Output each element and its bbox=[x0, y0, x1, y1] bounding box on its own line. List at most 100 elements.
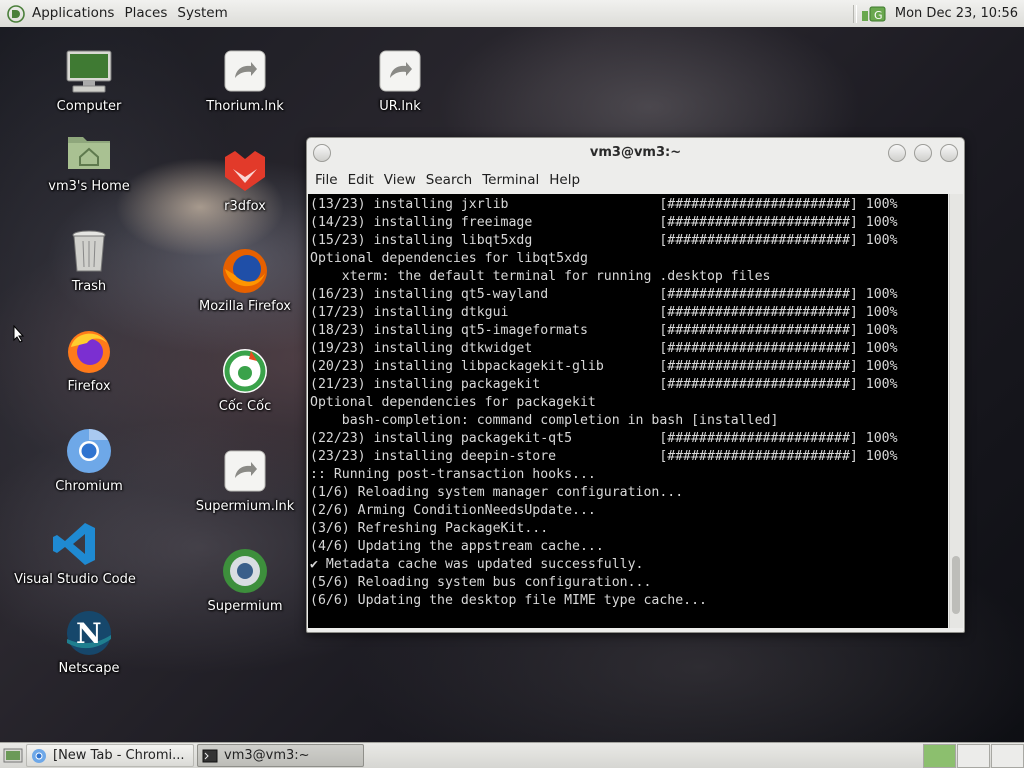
maximize-button[interactable] bbox=[914, 144, 932, 162]
computer-icon bbox=[65, 47, 113, 95]
applications-menu[interactable]: Applications bbox=[27, 0, 119, 27]
menu-terminal[interactable]: Terminal bbox=[477, 172, 544, 188]
desktop-icon-label: Visual Studio Code bbox=[14, 572, 136, 587]
shortcut-icon bbox=[221, 47, 269, 95]
desktop-icon-supermium[interactable]: Supermium bbox=[170, 547, 320, 614]
shortcut-icon bbox=[376, 47, 424, 95]
workspace-1[interactable] bbox=[923, 744, 956, 768]
terminal-window[interactable]: vm3@vm3:~ File Edit View Search Terminal… bbox=[306, 137, 965, 633]
desktop-icon-r3dfox[interactable]: r3dfox bbox=[170, 147, 320, 214]
terminal-line: (15/23) installing libqt5xdg [##########… bbox=[310, 233, 898, 248]
terminal-line: (3/6) Refreshing PackageKit... bbox=[310, 521, 549, 536]
desktop-icon-label: Computer bbox=[56, 99, 122, 114]
desktop-icon-label: Trash bbox=[71, 279, 107, 294]
terminal-line: (20/23) installing libpackagekit-glib [#… bbox=[310, 359, 898, 374]
firefox-icon bbox=[65, 327, 113, 375]
terminal-line: :: Running post-transaction hooks... bbox=[310, 467, 596, 482]
terminal-line: (4/6) Updating the appstream cache... bbox=[310, 539, 604, 554]
close-button[interactable] bbox=[940, 144, 958, 162]
bottom-panel: [New Tab - Chromi... vm3@vm3:~ bbox=[0, 742, 1024, 768]
coccoc-icon bbox=[221, 347, 269, 395]
svg-text:G: G bbox=[874, 9, 883, 22]
terminal-line: Optional dependencies for libqt5xdg bbox=[310, 251, 588, 266]
terminal-line: (13/23) installing jxrlib [#############… bbox=[310, 197, 898, 212]
terminal-line: (6/6) Updating the desktop file MIME typ… bbox=[310, 593, 707, 608]
terminal-line: (19/23) installing dtkwidget [##########… bbox=[310, 341, 898, 356]
terminal-line: (17/23) installing dtkgui [#############… bbox=[310, 305, 898, 320]
chromium-icon bbox=[65, 427, 113, 475]
terminal-titlebar[interactable]: vm3@vm3:~ bbox=[307, 138, 964, 168]
terminal-line: (5/6) Reloading system bus configuration… bbox=[310, 575, 652, 590]
desktop-icon-home[interactable]: vm3's Home bbox=[14, 127, 164, 194]
terminal-line: (2/6) Arming ConditionNeedsUpdate... bbox=[310, 503, 596, 518]
terminal-output[interactable]: (13/23) installing jxrlib [#############… bbox=[308, 194, 948, 628]
distro-logo-icon[interactable] bbox=[7, 4, 25, 23]
desktop-icon-vscode[interactable]: Visual Studio Code bbox=[0, 520, 150, 587]
desktop-icon-chromium[interactable]: Chromium bbox=[14, 427, 164, 494]
desktop-icon-trash[interactable]: Trash bbox=[14, 227, 164, 294]
desktop-icon-supermium-lnk[interactable]: Supermium.lnk bbox=[170, 447, 320, 514]
terminal-line: bash-completion: command completion in b… bbox=[310, 413, 779, 428]
scrollbar-thumb[interactable] bbox=[952, 556, 960, 614]
task-label: [New Tab - Chromi... bbox=[53, 748, 185, 763]
desktop-icon-netscape[interactable]: N Netscape bbox=[14, 609, 164, 676]
terminal-line: (16/23) installing qt5-wayland [########… bbox=[310, 287, 898, 302]
window-title: vm3@vm3:~ bbox=[589, 145, 682, 160]
terminal-menubar: File Edit View Search Terminal Help bbox=[307, 168, 964, 192]
desktop-icon-mozilla-firefox[interactable]: Mozilla Firefox bbox=[170, 247, 320, 314]
svg-text:N: N bbox=[76, 617, 102, 650]
terminal-line: (1/6) Reloading system manager configura… bbox=[310, 485, 684, 500]
workspace-switcher[interactable] bbox=[922, 744, 1024, 768]
desktop-icon-thorium-lnk[interactable]: Thorium.lnk bbox=[170, 47, 320, 114]
clock[interactable]: Mon Dec 23, 10:56 bbox=[891, 6, 1024, 21]
terminal-line: xterm: the default terminal for running … bbox=[310, 269, 771, 284]
network-icon[interactable]: G bbox=[861, 5, 887, 23]
taskbar-chromium[interactable]: [New Tab - Chromi... bbox=[26, 744, 194, 767]
terminal-lines: (13/23) installing jxrlib [#############… bbox=[308, 194, 948, 610]
firefox-icon bbox=[221, 247, 269, 295]
desktop-icon-label: Firefox bbox=[67, 379, 111, 394]
show-desktop-icon[interactable] bbox=[3, 747, 23, 765]
menu-search[interactable]: Search bbox=[421, 172, 477, 188]
workspace-2[interactable] bbox=[957, 744, 990, 768]
desktop-icon-ur-lnk[interactable]: UR.lnk bbox=[325, 47, 475, 114]
taskbar-terminal[interactable]: vm3@vm3:~ bbox=[197, 744, 364, 767]
menu-file[interactable]: File bbox=[310, 172, 343, 188]
desktop-icon-computer[interactable]: Computer bbox=[14, 47, 164, 114]
desktop-icon-label: r3dfox bbox=[224, 199, 266, 214]
panel-separator bbox=[852, 4, 857, 23]
desktop-icon-label: vm3's Home bbox=[48, 179, 130, 194]
desktop-icon-firefox[interactable]: Firefox bbox=[14, 327, 164, 394]
top-panel: Applications Places System G Mon Dec 23,… bbox=[0, 0, 1024, 28]
desktop-icon-label: Cốc Cốc bbox=[218, 399, 272, 414]
terminal-line: ✔ Metadata cache was updated successfull… bbox=[310, 557, 644, 572]
menu-help[interactable]: Help bbox=[544, 172, 585, 188]
r3dfox-icon bbox=[221, 147, 269, 195]
desktop-icon-label: UR.lnk bbox=[379, 99, 421, 114]
menu-view[interactable]: View bbox=[379, 172, 421, 188]
desktop-icon-label: Supermium.lnk bbox=[195, 499, 295, 514]
trash-icon bbox=[65, 227, 113, 275]
chromium-icon bbox=[31, 748, 47, 764]
terminal-line: (22/23) installing packagekit-qt5 [#####… bbox=[310, 431, 898, 446]
vscode-icon bbox=[51, 520, 99, 568]
desktop-icon-label: Supermium bbox=[207, 599, 283, 614]
netscape-icon: N bbox=[65, 609, 113, 657]
terminal-line: (18/23) installing qt5-imageformats [###… bbox=[310, 323, 898, 338]
desktop-icon-coccoc[interactable]: Cốc Cốc bbox=[170, 347, 320, 414]
terminal-scrollbar[interactable] bbox=[949, 194, 963, 628]
terminal-line: Optional dependencies for packagekit bbox=[310, 395, 596, 410]
mouse-pointer-icon bbox=[13, 325, 25, 343]
terminal-line: (14/23) installing freeimage [##########… bbox=[310, 215, 898, 230]
task-label: vm3@vm3:~ bbox=[224, 748, 310, 763]
places-menu[interactable]: Places bbox=[119, 0, 172, 27]
workspace-3[interactable] bbox=[991, 744, 1024, 768]
terminal-icon bbox=[202, 748, 218, 764]
supermium-icon bbox=[221, 547, 269, 595]
menu-edit[interactable]: Edit bbox=[343, 172, 379, 188]
shortcut-icon bbox=[221, 447, 269, 495]
system-menu[interactable]: System bbox=[172, 0, 232, 27]
minimize-button[interactable] bbox=[888, 144, 906, 162]
terminal-line: (21/23) installing packagekit [#########… bbox=[310, 377, 898, 392]
terminal-line: (23/23) installing deepin-store [#######… bbox=[310, 449, 898, 464]
